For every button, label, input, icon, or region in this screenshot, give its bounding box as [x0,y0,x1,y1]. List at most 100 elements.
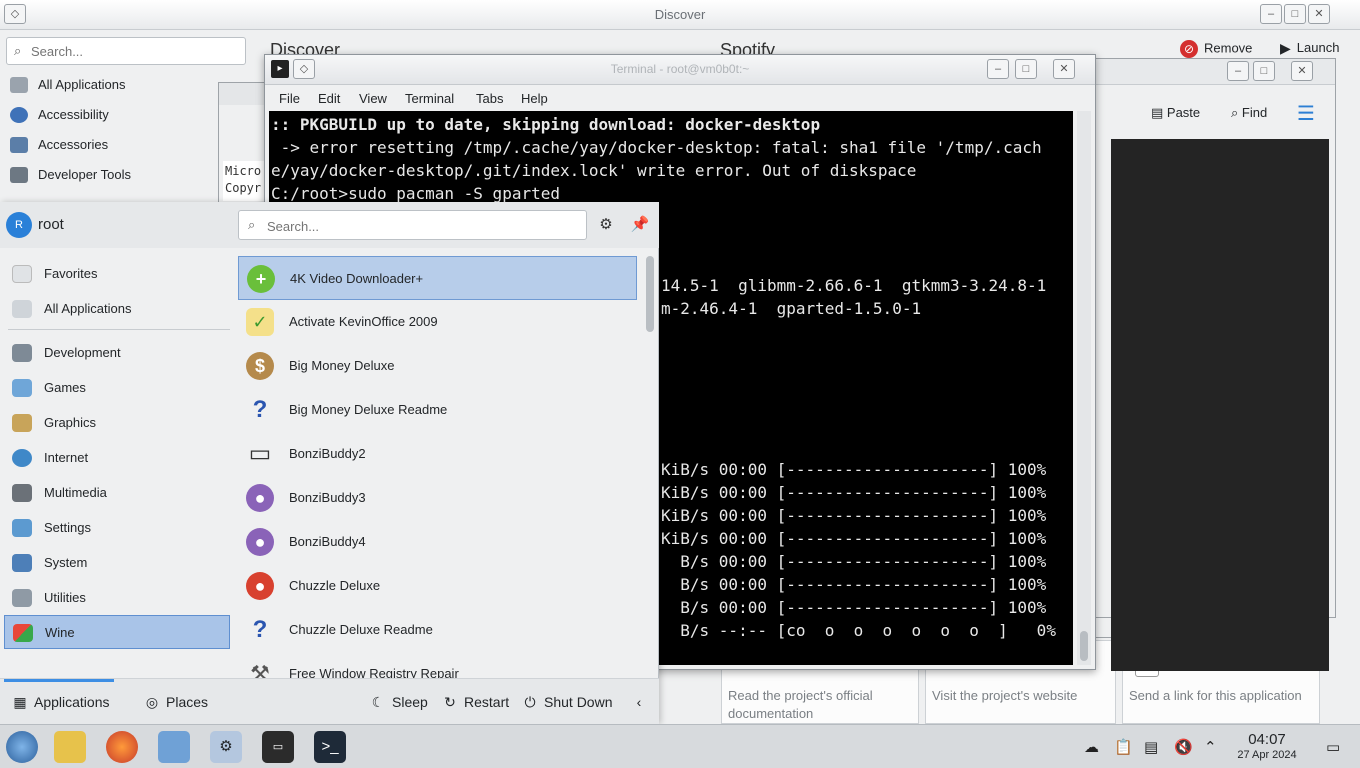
show-desktop-icon[interactable]: ▭ [1326,738,1340,756]
system-settings-icon[interactable] [158,731,190,763]
clock-date[interactable]: 27 Apr 2024 [1230,749,1304,761]
category-label: Graphics [44,415,97,430]
menu-edit[interactable]: Edit [318,91,340,106]
firefox-icon[interactable] [106,731,138,763]
terminal-line: B/s 00:00 [---------------------] 100% [661,552,1047,571]
accessories-icon [10,137,28,153]
remove-button[interactable]: ⊘ Remove [1180,40,1252,58]
developer-tools-icon [10,167,28,183]
hamburger-menu-icon[interactable]: ☰ [1297,101,1315,126]
discover-icon[interactable]: ⚙ [210,731,242,763]
launch-label: Launch [1296,40,1340,55]
terminal-icon[interactable]: >_ [314,731,346,763]
find-button[interactable]: ⌕ Find [1231,105,1267,121]
category-separator [8,329,230,330]
maximize-button[interactable]: □ [1015,59,1037,79]
pin-icon[interactable]: 📌 [629,214,651,236]
launcher-header: R root ⌕ ⚙ 📌 [0,202,659,248]
notes-icon[interactable]: ▤ [1144,738,1158,756]
discover-search-input[interactable] [31,42,241,60]
app-label: Free Window Registry Repair [289,666,459,678]
app-list-scrollbar[interactable] [646,256,654,332]
category-all-applications[interactable]: All Applications [4,292,230,326]
grid-icon [10,77,28,93]
launcher-search-input[interactable] [267,217,567,235]
category-games[interactable]: Games [4,371,230,405]
scrollbar-thumb[interactable] [1080,631,1088,661]
terminal-scrollbar[interactable] [1077,111,1091,665]
system-icon [12,554,32,572]
launcher-search-field[interactable]: ⌕ [238,210,587,240]
clock-time[interactable]: 04:07 [1230,731,1304,748]
category-graphics[interactable]: Graphics [4,406,230,440]
close-button[interactable]: ✕ [1308,4,1330,24]
discover-search-field[interactable]: ⌕ [6,37,246,65]
terminal-line: KiB/s 00:00 [---------------------] 100% [661,460,1047,479]
find-icon: ⌕ [1231,105,1242,120]
tab-places[interactable]: ◎ Places [144,694,208,711]
clipboard-icon[interactable]: 📋 [1114,738,1133,756]
cloud-sync-icon[interactable]: ☁ [1084,738,1099,756]
sleep-button[interactable]: ☾ Sleep [370,694,428,711]
menu-file[interactable]: File [279,91,300,106]
minimize-button[interactable]: – [1260,4,1282,24]
chevron-up-icon[interactable]: ⌃ [1204,738,1217,756]
start-menu-icon[interactable] [6,731,38,763]
menu-tabs[interactable]: Tabs [476,91,503,106]
remove-icon: ⊘ [1180,40,1198,58]
category-label: Utilities [44,590,86,605]
discover-titlebar: ◇ Discover – □ ✕ [0,0,1360,30]
leave-menu-button[interactable]: ‹ [631,694,653,710]
menu-view[interactable]: View [359,91,387,106]
app-label: Big Money Deluxe Readme [289,402,448,417]
app-item-activate-kevinoffice[interactable]: ✓ Activate KevinOffice 2009 [238,300,637,344]
configure-icon[interactable]: ⚙ [595,214,617,236]
category-label: Settings [44,520,91,535]
category-development[interactable]: Development [4,336,230,370]
maximize-button[interactable]: □ [1284,4,1306,24]
wine-icon [13,624,33,642]
menu-help[interactable]: Help [521,91,548,106]
app-item-chuzzle-deluxe-readme[interactable]: ? Chuzzle Deluxe Readme [238,608,637,652]
restart-button[interactable]: ↻ Restart [442,694,509,711]
sidebar-item-label: Accessibility [38,107,109,122]
maximize-button[interactable]: □ [1253,61,1275,81]
app-item-bonzibuddy2[interactable]: ▭ BonziBuddy2 [238,432,637,476]
category-wine[interactable]: Wine [4,615,230,649]
category-utilities[interactable]: Utilities [4,581,230,615]
development-icon [12,344,32,362]
category-multimedia[interactable]: Multimedia [4,476,230,510]
app-label: BonziBuddy3 [289,490,366,505]
app-item-4k-video-downloader[interactable]: + 4K Video Downloader+ [238,256,637,300]
wine-terminal-icon[interactable]: ▭ [262,731,294,763]
app-item-bonzibuddy4[interactable]: ● BonziBuddy4 [238,520,637,564]
app-item-big-money-deluxe-readme[interactable]: ? Big Money Deluxe Readme [238,388,637,432]
app-item-big-money-deluxe[interactable]: $ Big Money Deluxe [238,344,637,388]
shutdown-button[interactable]: ⏻ Shut Down [522,694,612,711]
app-item-free-window-registry-repair[interactable]: ⚒ Free Window Registry Repair [238,652,637,678]
volume-muted-icon[interactable]: 🔇 [1174,738,1193,756]
restart-icon: ↻ [444,694,456,710]
category-internet[interactable]: Internet [4,441,230,475]
terminal-line: KiB/s 00:00 [---------------------] 100% [661,506,1047,525]
avatar[interactable]: R [6,212,32,238]
app-label: Big Money Deluxe [289,358,395,373]
app-item-chuzzle-deluxe[interactable]: ● Chuzzle Deluxe [238,564,637,608]
launcher-footer: ▦ Applications ◎ Places ☾ Sleep ↻ Restart ⏻ S… [0,678,659,724]
minimize-button[interactable]: – [1227,61,1249,81]
multimedia-icon [12,484,32,502]
close-button[interactable]: ✕ [1291,61,1313,81]
app-item-bonzibuddy3[interactable]: ● BonziBuddy3 [238,476,637,520]
category-system[interactable]: System [4,546,230,580]
launch-button[interactable]: ▶ Launch [1280,40,1339,57]
category-settings[interactable]: Settings [4,511,230,545]
close-button[interactable]: ✕ [1053,59,1075,79]
tab-applications[interactable]: ▦ Applications [12,694,109,711]
menu-terminal[interactable]: Terminal [405,91,454,106]
games-icon [12,379,32,397]
terminal-line: e/yay/docker-desktop/.git/index.lock' wr… [271,161,917,180]
category-favorites[interactable]: Favorites [4,257,230,291]
minimize-button[interactable]: – [987,59,1009,79]
file-manager-icon[interactable] [54,731,86,763]
paste-button[interactable]: ▤ Paste [1151,105,1200,121]
